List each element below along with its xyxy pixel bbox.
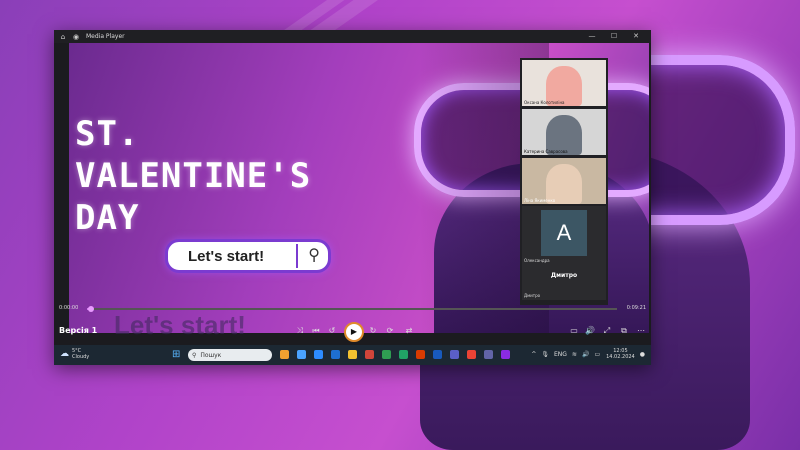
taskbar-app-icon[interactable]: [467, 350, 476, 359]
volume-button[interactable]: 🔊: [584, 326, 596, 335]
weather-widget[interactable]: ☁ 5°C Cloudy: [60, 348, 89, 360]
minimize-button[interactable]: —: [581, 30, 603, 43]
home-icon[interactable]: ⌂: [59, 33, 67, 41]
title-bar: ⌂ ◉ Media Player — ☐ ✕: [54, 30, 651, 43]
version-label: Версія 1: [59, 326, 98, 335]
chevron-up-icon[interactable]: ^: [531, 351, 536, 358]
participant-display-name: Дмитро: [550, 272, 578, 279]
clock[interactable]: 12:05 14.02.2024: [606, 348, 635, 360]
participant-tile: Оксана Колотиліна: [522, 60, 606, 106]
repeat-button[interactable]: ⟳: [384, 326, 396, 335]
loop-button[interactable]: ⇄: [403, 326, 415, 335]
speaker-icon[interactable]: 🔊: [582, 351, 589, 358]
participant-name: Дмитро: [524, 293, 541, 298]
media-player-app-icon: ◉: [72, 32, 80, 41]
valentines-title: ST. VALENTINE'S DAY: [75, 113, 311, 239]
taskbar-app-icon[interactable]: [382, 350, 391, 359]
windows-start-icon[interactable]: ⊞: [172, 349, 180, 360]
taskbar-app-icon[interactable]: [280, 350, 289, 359]
battery-icon[interactable]: ▭: [594, 351, 600, 358]
lets-start-search-graphic: Let's start! ⚲: [165, 239, 331, 273]
taskbar-app-icon[interactable]: [433, 350, 442, 359]
rewind-button[interactable]: ↺: [326, 326, 338, 335]
maximize-button[interactable]: ☐: [603, 30, 625, 43]
cloud-icon: ☁: [60, 349, 69, 359]
title-line: ST.: [75, 114, 140, 154]
wifi-icon[interactable]: ≋: [572, 351, 577, 358]
lets-start-text: Let's start!: [188, 247, 265, 265]
taskbar-app-icon[interactable]: [484, 350, 493, 359]
taskbar-app-icon[interactable]: [365, 350, 374, 359]
close-button[interactable]: ✕: [625, 30, 647, 43]
forward-button[interactable]: ↻: [367, 326, 379, 335]
title-line: DAY: [75, 198, 140, 238]
ghost-overlay-text: Let's start!: [114, 310, 246, 340]
taskbar-search[interactable]: ⚲ Пошук: [188, 349, 272, 361]
taskbar-app-icon[interactable]: [501, 350, 510, 359]
search-icon: ⚲: [192, 351, 197, 359]
pill-divider: [296, 244, 298, 268]
play-button[interactable]: ▶: [344, 322, 364, 342]
window-title: Media Player: [86, 33, 125, 40]
time-elapsed: 0:00:00: [59, 305, 79, 311]
more-options-button[interactable]: ⋯: [635, 326, 647, 335]
taskbar-app-icon[interactable]: [314, 350, 323, 359]
window-controls: — ☐ ✕: [581, 30, 647, 43]
taskbar-search-placeholder: Пошук: [200, 351, 222, 359]
microphone-icon[interactable]: 🎙: [541, 351, 549, 358]
taskbar-app-icon[interactable]: [297, 350, 306, 359]
weather-desc: Cloudy: [72, 354, 90, 360]
previous-button[interactable]: ⏮: [310, 326, 322, 336]
participant-name: Ліна Якименко: [524, 198, 556, 203]
participants-panel: Оксана Колотиліна Катерина Саврасова Лін…: [520, 58, 608, 305]
taskbar-app-icon[interactable]: [450, 350, 459, 359]
participant-name: Оксана Колотиліна: [524, 100, 565, 105]
taskbar-app-icon[interactable]: [348, 350, 357, 359]
participant-name: Катерина Саврасова: [524, 149, 568, 154]
time-total: 0:09:21: [626, 305, 646, 311]
cast-button[interactable]: ⧉: [618, 326, 630, 336]
video-frame[interactable]: ST. VALENTINE'S DAY Let's start! ⚲ Оксан…: [69, 43, 649, 333]
miniplayer-button[interactable]: ▭: [568, 326, 580, 335]
magnifier-icon: ⚲: [308, 245, 320, 264]
shuffle-button[interactable]: ⤨: [294, 326, 306, 336]
participant-tile: Катерина Саврасова: [522, 109, 606, 155]
taskbar-app-icon[interactable]: [331, 350, 340, 359]
seek-bar-handle[interactable]: [87, 306, 94, 312]
media-player-window: ⌂ ◉ Media Player — ☐ ✕ ST. VALENTINE'S D…: [54, 30, 651, 365]
title-line: VALENTINE'S: [75, 156, 312, 196]
system-tray: ^ 🎙 ENG ≋ 🔊 ▭ 12:05 14.02.2024 ●: [526, 348, 645, 360]
taskbar-app-icon[interactable]: [416, 350, 425, 359]
participant-tile-active: A Олександра Дмитро Дмитро: [522, 206, 606, 300]
participant-name: Олександра: [524, 258, 550, 263]
taskbar-app-icon[interactable]: [399, 350, 408, 359]
clock-date: 14.02.2024: [606, 354, 635, 360]
taskbar: ☁ 5°C Cloudy ⊞ ⚲ Пошук ^ 🎙 ENG ≋ 🔊 ▭ 12:…: [54, 345, 651, 365]
player-controls: Let's start! Версія 1 ⤨ ⏮ ↺ ▶ ↻ ⟳ ⇄ ▭ 🔊 …: [54, 310, 651, 342]
participant-avatar: A: [541, 210, 587, 256]
notifications-icon[interactable]: ●: [640, 351, 645, 358]
language-indicator[interactable]: ENG: [554, 351, 567, 358]
fullscreen-button[interactable]: ⤢: [601, 326, 613, 336]
participant-tile: Ліна Якименко: [522, 158, 606, 204]
